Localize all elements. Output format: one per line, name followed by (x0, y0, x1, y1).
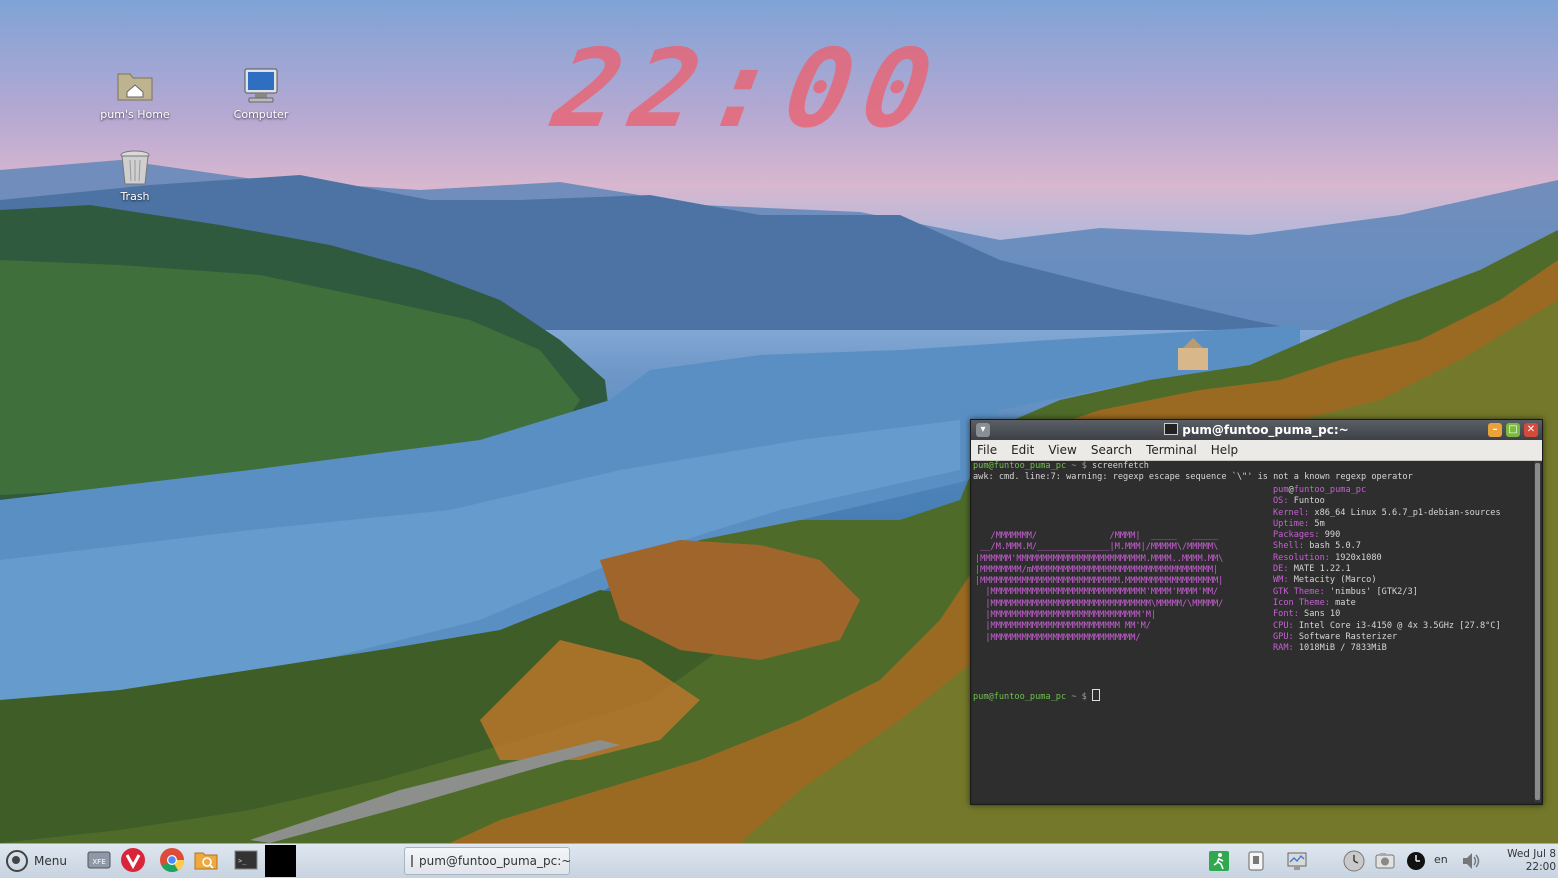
desktop-icon-label: pum's Home (100, 108, 170, 121)
info-row: GTK Theme: 'nimbus' [GTK2/3] (1273, 586, 1418, 597)
info-row: OS: Funtoo (1273, 496, 1325, 507)
vivaldi-browser-icon[interactable] (120, 847, 146, 873)
menu-button[interactable]: Menu (6, 847, 76, 875)
logo-line: |MMMMMMMM/mMMMMMMMMMMMMMMMMMMMMMMMMMMMMM… (975, 564, 1219, 575)
screenfetch-logo: /MMMMMMM/ /MMMM| _____ _____ __/M.MMM.M/… (975, 531, 1223, 644)
logo-line: |MMMMMMMMMMMMMMMMMMMMMMMMMMM.MMMMMMMMMMM… (975, 576, 1224, 587)
menu-file[interactable]: File (977, 443, 997, 457)
maximize-button[interactable]: □ (1506, 423, 1520, 437)
prompt-line: pum@funtoo_puma_pc ~ $ (973, 689, 1101, 702)
date-time-display[interactable]: Wed Jul 8 22:00 (1500, 848, 1556, 874)
logo-line: |MMMMMMMMMMMMMMMMMMMMMMMMMMMMMMM\MMMMM/\… (975, 598, 1224, 609)
terminal-title: pum@funtoo_puma_pc:~ (1182, 423, 1349, 437)
xfe-file-manager-icon[interactable]: XFE (86, 847, 112, 873)
terminal-scrollbar[interactable] (1534, 461, 1541, 802)
svg-text:>_: >_ (238, 857, 247, 865)
desktop-icon-label: Computer (233, 108, 289, 121)
time-label: 22:00 (1525, 861, 1556, 873)
prompt-line: pum@funtoo_puma_pc ~ $ screenfetch (973, 461, 1149, 471)
terminal-icon (1164, 423, 1179, 435)
workspace-switcher[interactable] (265, 845, 296, 877)
info-row: DE: MATE 1.22.1 (1273, 564, 1351, 575)
info-row: Font: Sans 10 (1273, 609, 1341, 620)
desktop-clock: 22:00 (545, 27, 953, 152)
screenshot-icon[interactable] (1374, 850, 1396, 872)
menu-terminal[interactable]: Terminal (1146, 443, 1197, 457)
menu-label: Menu (34, 854, 67, 868)
terminal-menubar: File Edit View Search Terminal Help (971, 440, 1542, 461)
warning-line: awk: cmd. line:7: warning: regexp escape… (973, 472, 1413, 483)
info-row: Packages: 990 (1273, 530, 1341, 541)
system-monitor-icon[interactable] (1286, 850, 1308, 872)
terminal-window[interactable]: ▾ pum@funtoo_puma_pc:~ – □ ✕ File Edit V… (970, 419, 1543, 805)
info-row: Shell: bash 5.0.7 (1273, 541, 1361, 552)
menu-help[interactable]: Help (1211, 443, 1238, 457)
desktop-icon-home[interactable]: pum's Home (90, 66, 180, 121)
terminal-titlebar[interactable]: ▾ pum@funtoo_puma_pc:~ – □ ✕ (971, 420, 1542, 440)
clock-applet-icon[interactable] (1343, 850, 1365, 872)
logo-line: /MMMMMMM/ /MMMM| _____ _____ (975, 531, 1219, 541)
taskbar-window-label: pum@funtoo_puma_pc:~ (419, 854, 572, 868)
info-row: Resolution: 1920x1080 (1273, 552, 1382, 563)
info-row: Uptime: 5m (1273, 518, 1325, 529)
desktop-icon-label: Trash (120, 190, 150, 203)
desktop-icon-trash[interactable]: Trash (90, 148, 180, 203)
screenfetch-info: pum@funtoo_puma_pc OS: Funtoo Kernel: x8… (1273, 485, 1501, 654)
logout-icon[interactable] (1208, 850, 1230, 872)
info-row: WM: Metacity (Marco) (1273, 575, 1377, 586)
info-row: Icon Theme: mate (1273, 597, 1356, 608)
minimize-button[interactable]: – (1488, 423, 1502, 437)
menu-view[interactable]: View (1048, 443, 1076, 457)
logo-line: |MMMMMMMMMMMMMMMMMMMMMMMMMMMM/ (975, 632, 1141, 643)
logo-line: |MMMMMM'MMMMMMMMMMMMMMMMMMMMMMMMM.MMMM..… (975, 553, 1224, 564)
clock-icon[interactable] (1405, 850, 1427, 872)
info-header: pum@funtoo_puma_pc (1273, 485, 1367, 495)
logo-line: |MMMMMMMMMMMMMMMMMMMMMMMMMMMMMM'MMMM'MMM… (975, 587, 1219, 598)
computer-icon (244, 68, 278, 103)
svg-text:XFE: XFE (92, 858, 105, 866)
desktop-icon-computer[interactable]: Computer (216, 66, 306, 121)
taskbar-window-terminal[interactable]: pum@funtoo_puma_pc:~ (404, 847, 572, 875)
home-folder-icon (117, 73, 153, 101)
file-search-icon[interactable] (193, 847, 219, 873)
info-row: RAM: 1018MiB / 7833MiB (1273, 643, 1387, 654)
taskbar: Menu XFE >_ pum@funtoo_puma_pc:~ en Wed … (0, 843, 1558, 878)
keyboard-layout-indicator[interactable]: en (1434, 853, 1454, 875)
funtoo-logo-icon (6, 850, 28, 872)
date-label: Wed Jul 8 (1507, 848, 1556, 860)
logo-line: __/M.MMM.M/______________|M.MMM|/MMMMM\/… (975, 542, 1219, 553)
info-row: CPU: Intel Core i3-4150 @ 4x 3.5GHz [27.… (1273, 620, 1501, 631)
terminal-launcher-icon[interactable]: >_ (233, 847, 259, 873)
info-row: GPU: Software Rasterizer (1273, 631, 1398, 642)
terminal-icon (411, 855, 413, 867)
logo-line: |MMMMMMMMMMMMMMMMMMMMMMMMM MM'M/ (975, 621, 1151, 632)
volume-icon[interactable] (1460, 850, 1482, 872)
info-row: Kernel: x86_64 Linux 5.6.7_p1-debian-sou… (1273, 507, 1501, 518)
desktop: pum's Home Computer Trash 22:00 ▾ pum@fu… (0, 0, 1558, 843)
close-button[interactable]: ✕ (1524, 423, 1538, 437)
trash-icon (120, 150, 150, 185)
chrome-browser-icon[interactable] (159, 847, 185, 873)
text-cursor (1092, 689, 1101, 701)
menu-edit[interactable]: Edit (1011, 443, 1034, 457)
menu-search[interactable]: Search (1091, 443, 1132, 457)
device-icon[interactable] (1245, 850, 1267, 872)
logo-line: |MMMMMMMMMMMMMMMMMMMMMMMMMMMMM'M| (975, 610, 1157, 621)
scrollbar-thumb[interactable] (1535, 463, 1540, 800)
terminal-output[interactable]: pum@funtoo_puma_pc ~ $ screenfetch awk: … (973, 461, 1532, 802)
